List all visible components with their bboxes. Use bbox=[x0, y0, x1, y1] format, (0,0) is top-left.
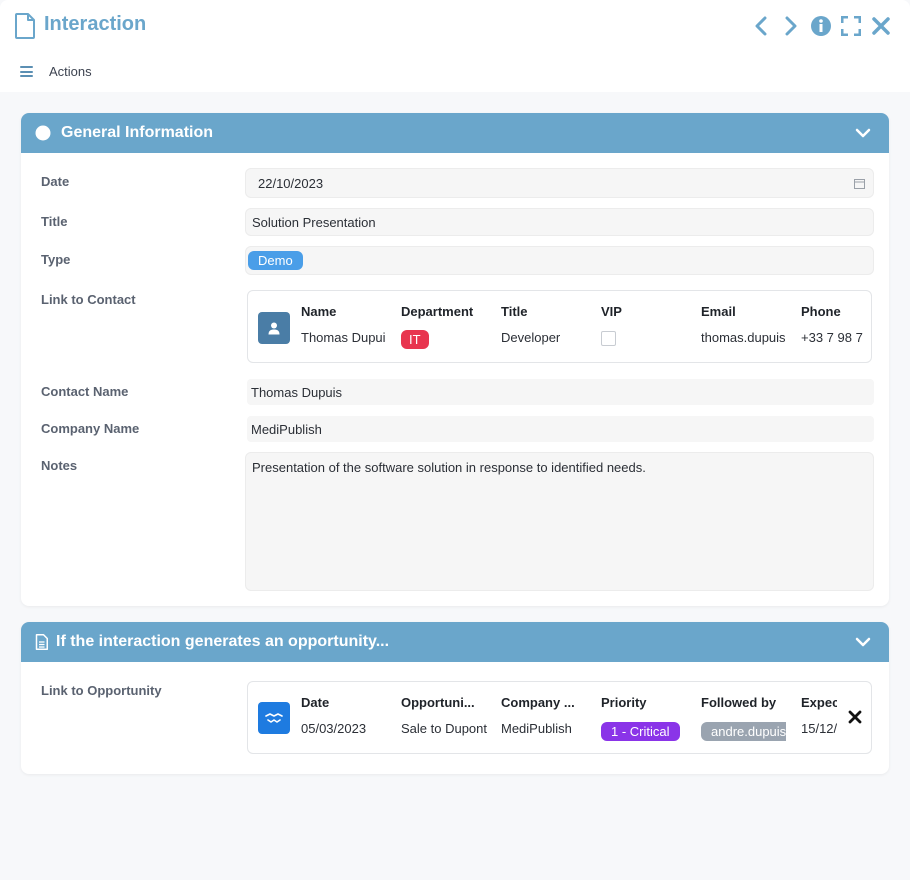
date-value: 22/10/2023 bbox=[258, 175, 324, 191]
general-information-panel: General Information Date 22/10/2023 Titl… bbox=[21, 113, 889, 606]
header-email: Email bbox=[701, 304, 736, 319]
header-vip: VIP bbox=[601, 304, 622, 319]
header-title: Title bbox=[501, 304, 528, 319]
opportunity-link-table[interactable]: Date Opportuni... Company ... Priority F… bbox=[247, 681, 872, 754]
info-button[interactable] bbox=[810, 14, 832, 38]
remove-link-button[interactable] bbox=[848, 710, 864, 726]
priority-badge: 1 - Critical bbox=[601, 722, 680, 741]
header-followed-by: Followed by bbox=[701, 695, 777, 710]
info-icon bbox=[811, 16, 831, 36]
next-button[interactable] bbox=[780, 14, 802, 38]
chevron-down-icon[interactable] bbox=[855, 634, 871, 650]
header-expected: Expec bbox=[801, 695, 837, 710]
title-value: Solution Presentation bbox=[252, 214, 376, 230]
contact-name-cell: Thomas Dupuis bbox=[301, 330, 386, 345]
date-field[interactable]: 22/10/2023 bbox=[245, 168, 874, 198]
opportunity-company-cell: MediPublish bbox=[501, 721, 572, 736]
actions-label: Actions bbox=[49, 64, 92, 79]
header-name: Name bbox=[301, 304, 337, 319]
interaction-window: Interaction Actions General Information … bbox=[0, 0, 910, 880]
company-name-field[interactable]: MediPublish bbox=[247, 416, 874, 442]
section-title: General Information bbox=[61, 124, 214, 141]
notes-value: Presentation of the software solution in… bbox=[252, 460, 646, 475]
opportunity-header[interactable]: If the interaction generates an opportun… bbox=[21, 622, 889, 662]
notes-label: Notes bbox=[41, 458, 78, 473]
contact-title-cell: Developer bbox=[501, 330, 561, 345]
opportunity-priority-cell: 1 - Critical bbox=[601, 722, 691, 741]
document-icon bbox=[35, 634, 48, 650]
contact-department-cell: IT bbox=[401, 330, 461, 349]
opportunity-expected-cell: 15/12/ bbox=[801, 721, 837, 736]
actions-menu[interactable]: Actions bbox=[20, 64, 92, 79]
company-name-value: MediPublish bbox=[251, 421, 322, 437]
chevron-left-icon bbox=[755, 16, 767, 36]
circle-icon bbox=[35, 125, 51, 141]
header-company: Company ... bbox=[501, 695, 575, 710]
contact-phone-cell: +33 7 98 7 bbox=[801, 330, 863, 345]
chevron-down-icon[interactable] bbox=[855, 125, 871, 141]
type-field[interactable]: Demo bbox=[245, 246, 874, 275]
department-badge: IT bbox=[401, 330, 429, 349]
close-icon bbox=[872, 17, 890, 35]
company-name-label: Company Name bbox=[41, 421, 140, 436]
hamburger-icon bbox=[20, 66, 33, 77]
type-badge: Demo bbox=[248, 251, 303, 270]
opportunity-panel: If the interaction generates an opportun… bbox=[21, 622, 889, 774]
title-field[interactable]: Solution Presentation bbox=[245, 208, 874, 236]
window-title: Interaction bbox=[44, 13, 147, 35]
header-department: Department bbox=[401, 304, 474, 319]
expand-icon bbox=[841, 16, 861, 36]
calendar-icon[interactable] bbox=[854, 178, 865, 189]
opportunity-date-cell: 05/03/2023 bbox=[301, 721, 367, 736]
handshake-icon bbox=[265, 713, 283, 723]
close-window-button[interactable] bbox=[870, 14, 892, 38]
opportunity-name-cell: Sale to Dupont bbox=[401, 721, 487, 736]
link-to-contact-label: Link to Contact bbox=[41, 292, 136, 307]
link-to-opportunity-label: Link to Opportunity bbox=[41, 683, 162, 698]
title-label: Title bbox=[41, 214, 68, 229]
fullscreen-button[interactable] bbox=[840, 14, 862, 38]
previous-button[interactable] bbox=[750, 14, 772, 38]
section-title: If the interaction generates an opportun… bbox=[56, 633, 390, 650]
contact-name-value: Thomas Dupuis bbox=[251, 384, 343, 400]
title-bar: Interaction Actions bbox=[0, 0, 910, 92]
header-phone: Phone bbox=[801, 304, 841, 319]
contact-name-label: Contact Name bbox=[41, 384, 129, 399]
opportunity-followed-cell: andre.dupuis bbox=[701, 722, 786, 741]
contact-name-field[interactable]: Thomas Dupuis bbox=[247, 379, 874, 405]
vip-checkbox[interactable] bbox=[601, 331, 616, 346]
chevron-right-icon bbox=[785, 16, 797, 36]
date-label: Date bbox=[41, 174, 70, 189]
user-icon bbox=[268, 322, 280, 335]
header-opportunity: Opportuni... bbox=[401, 695, 475, 710]
type-label: Type bbox=[41, 252, 71, 267]
document-icon bbox=[15, 13, 35, 39]
contact-email-cell: thomas.dupuis bbox=[701, 330, 786, 345]
general-information-header[interactable]: General Information bbox=[21, 113, 889, 153]
header-priority: Priority bbox=[601, 695, 647, 710]
window-controls bbox=[750, 14, 892, 38]
header-date: Date bbox=[301, 695, 330, 710]
notes-textarea[interactable]: Presentation of the software solution in… bbox=[245, 452, 874, 591]
remove-icon bbox=[848, 710, 862, 724]
contact-link-table[interactable]: Name Department Title VIP Email Phone Th… bbox=[247, 290, 872, 363]
opportunity-avatar bbox=[258, 702, 290, 734]
followed-by-badge: andre.dupuis bbox=[701, 722, 786, 741]
contact-avatar bbox=[258, 312, 290, 344]
